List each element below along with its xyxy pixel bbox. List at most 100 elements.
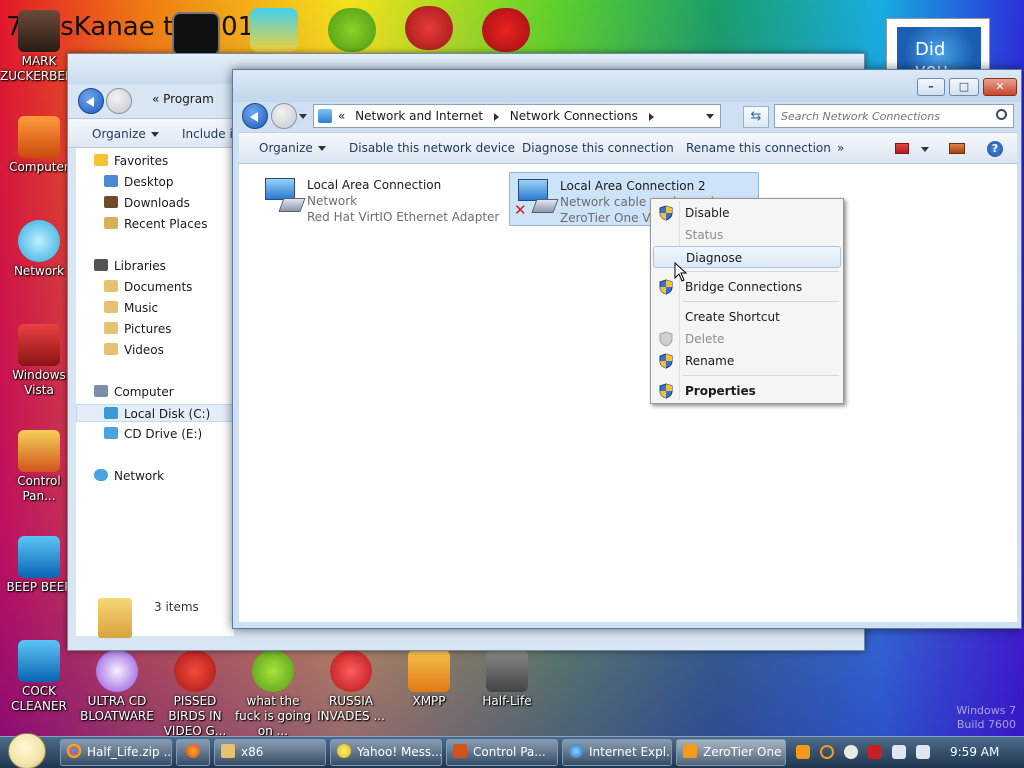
address-bar[interactable]: « Network and Internet Network Connectio… bbox=[313, 104, 721, 128]
menu-item-properties[interactable]: Properties bbox=[653, 380, 841, 402]
item-count: 3 items bbox=[154, 600, 199, 614]
help-icon[interactable]: ? bbox=[987, 141, 1003, 157]
tree-music[interactable]: Music bbox=[104, 299, 158, 317]
tree-libraries[interactable]: Libraries bbox=[94, 257, 166, 275]
menu-label: Properties bbox=[685, 384, 756, 398]
libraries-icon bbox=[94, 259, 108, 271]
breadcrumb-network-connections[interactable]: Network Connections bbox=[510, 109, 638, 123]
desktop-icon-russia[interactable]: RUSSIA INVADES ... bbox=[312, 650, 390, 724]
menu-label: Diagnose bbox=[686, 251, 743, 265]
tree-recent-places[interactable]: Recent Places bbox=[104, 215, 207, 233]
refresh-button[interactable]: ⇆ bbox=[743, 106, 769, 128]
back-button[interactable] bbox=[78, 88, 104, 114]
address-dropdown[interactable] bbox=[706, 114, 714, 119]
volume-icon[interactable] bbox=[916, 745, 930, 759]
blue-book-icon bbox=[18, 536, 60, 578]
desktop-icon-half-life[interactable]: Half-Life bbox=[468, 650, 546, 709]
chevron-right-icon[interactable] bbox=[648, 112, 654, 121]
preview-pane-icon[interactable] bbox=[949, 143, 965, 154]
green-pig-icon[interactable] bbox=[328, 8, 376, 52]
change-view-icon[interactable] bbox=[895, 143, 909, 154]
tree-videos[interactable]: Videos bbox=[104, 341, 164, 359]
more-commands-button[interactable]: » bbox=[837, 141, 844, 155]
network-tray-icon[interactable] bbox=[892, 745, 906, 759]
search-icon[interactable] bbox=[996, 109, 1007, 120]
search-tray-icon[interactable] bbox=[820, 745, 834, 759]
recycle-bin-icon bbox=[18, 324, 60, 366]
recent-pages-dropdown[interactable] bbox=[299, 114, 307, 119]
close-icon: ✕ bbox=[995, 80, 1005, 93]
desktop-icon-cock-cleaner[interactable]: COCK CLEANER bbox=[0, 640, 78, 714]
tree-local-disk[interactable]: Local Disk (C:) bbox=[76, 404, 234, 422]
menu-label: Status bbox=[685, 228, 724, 242]
command-bar: Organize Disable this network device Dia… bbox=[239, 132, 1017, 164]
search-box[interactable] bbox=[774, 104, 1014, 128]
xmpp-icon bbox=[408, 650, 450, 692]
desktop-icon-xmpp[interactable]: XMPP bbox=[390, 650, 468, 709]
uac-shield-icon bbox=[659, 279, 673, 295]
menu-item-delete[interactable]: Delete bbox=[653, 328, 841, 350]
context-menu: Disable Status Diagnose Bridge Connectio… bbox=[650, 198, 844, 404]
taskbar-item-firefox[interactable] bbox=[176, 739, 210, 766]
desktop-icon-ultra-cd[interactable]: ULTRA CD BLOATWARE bbox=[78, 650, 156, 724]
firefox-icon bbox=[186, 744, 200, 758]
breadcrumb-network-and-internet[interactable]: Network and Internet bbox=[355, 109, 483, 123]
tree-favorites[interactable]: Favorites bbox=[94, 152, 168, 170]
recent-places-icon bbox=[104, 217, 118, 229]
menu-item-disable[interactable]: Disable bbox=[653, 202, 841, 224]
uac-shield-disabled-icon bbox=[659, 331, 673, 347]
taskbar-item-half-life-zip[interactable]: Half_Life.zip ... bbox=[60, 739, 172, 766]
maximize-button[interactable]: □ bbox=[949, 78, 979, 96]
rename-connection-button[interactable]: Rename this connection bbox=[686, 141, 831, 155]
forward-button[interactable] bbox=[106, 88, 132, 114]
tree-cd-drive[interactable]: CD Drive (E:) bbox=[104, 425, 202, 443]
taskbar-item-x86[interactable]: x86 bbox=[214, 739, 326, 766]
search-input[interactable] bbox=[781, 108, 991, 124]
disable-device-button[interactable]: Disable this network device bbox=[349, 141, 515, 155]
forward-button[interactable] bbox=[271, 103, 297, 129]
network-adapter-icon bbox=[261, 176, 306, 216]
menu-item-create-shortcut[interactable]: Create Shortcut bbox=[653, 306, 841, 328]
back-button[interactable] bbox=[242, 103, 268, 129]
window-titlebar[interactable] bbox=[233, 70, 1021, 102]
taskbar-item-yahoo-messenger[interactable]: Yahoo! Mess... bbox=[330, 739, 442, 766]
folder-stack-icon[interactable] bbox=[250, 8, 298, 52]
connections-list: Local Area Connection Network Red Hat Vi… bbox=[239, 164, 1017, 622]
network-connections-window[interactable]: – □ ✕ « Network and Internet Network Con… bbox=[232, 69, 1022, 629]
connection-item[interactable]: Local Area Connection Network Red Hat Vi… bbox=[257, 172, 499, 226]
diagnose-connection-button[interactable]: Diagnose this connection bbox=[522, 141, 674, 155]
start-button[interactable] bbox=[8, 733, 46, 768]
cmd-icon[interactable] bbox=[172, 12, 220, 56]
zerotier-tray-icon[interactable] bbox=[796, 745, 810, 759]
tree-downloads[interactable]: Downloads bbox=[104, 194, 190, 212]
windows-watermark: Windows 7 Build 7600 bbox=[956, 704, 1016, 732]
documents-icon bbox=[104, 280, 118, 292]
tree-documents[interactable]: Documents bbox=[104, 278, 192, 296]
chevron-right-icon[interactable] bbox=[493, 112, 499, 121]
p-logo-icon[interactable] bbox=[405, 6, 453, 50]
tray-minus-icon[interactable] bbox=[844, 745, 858, 759]
organize-button[interactable]: Organize bbox=[92, 127, 159, 141]
taskbar-item-zerotier-one[interactable]: ZeroTier One bbox=[676, 739, 786, 766]
menu-item-rename[interactable]: Rename bbox=[653, 350, 841, 372]
desktop-icon-pissed-birds[interactable]: PISSED BIRDS IN VIDEO G... bbox=[156, 650, 234, 739]
menu-label: Disable bbox=[685, 206, 730, 220]
address-crumb[interactable]: « Program bbox=[152, 92, 214, 106]
action-center-icon[interactable] bbox=[868, 745, 882, 759]
tree-computer[interactable]: Computer bbox=[94, 383, 174, 401]
tree-network[interactable]: Network bbox=[94, 467, 164, 485]
tree-desktop[interactable]: Desktop bbox=[104, 173, 174, 191]
taskbar-item-internet-explorer[interactable]: Internet Expl... bbox=[562, 739, 672, 766]
taskbar-clock[interactable]: 9:59 AM bbox=[950, 745, 999, 759]
close-button[interactable]: ✕ bbox=[983, 78, 1017, 96]
tree-pictures[interactable]: Pictures bbox=[104, 320, 172, 338]
taskbar-item-control-panel[interactable]: Control Pa... bbox=[446, 739, 558, 766]
dev-cpp-icon[interactable] bbox=[482, 8, 530, 52]
menu-item-status[interactable]: Status bbox=[653, 224, 841, 246]
view-dropdown-icon[interactable] bbox=[921, 147, 929, 152]
organize-button[interactable]: Organize bbox=[259, 141, 326, 155]
desktop-icon-what-the[interactable]: what the fuck is going on ... bbox=[234, 650, 312, 739]
breadcrumb-overflow[interactable]: « bbox=[338, 109, 345, 123]
arrow-left-icon bbox=[250, 112, 258, 122]
minimize-button[interactable]: – bbox=[917, 78, 945, 96]
